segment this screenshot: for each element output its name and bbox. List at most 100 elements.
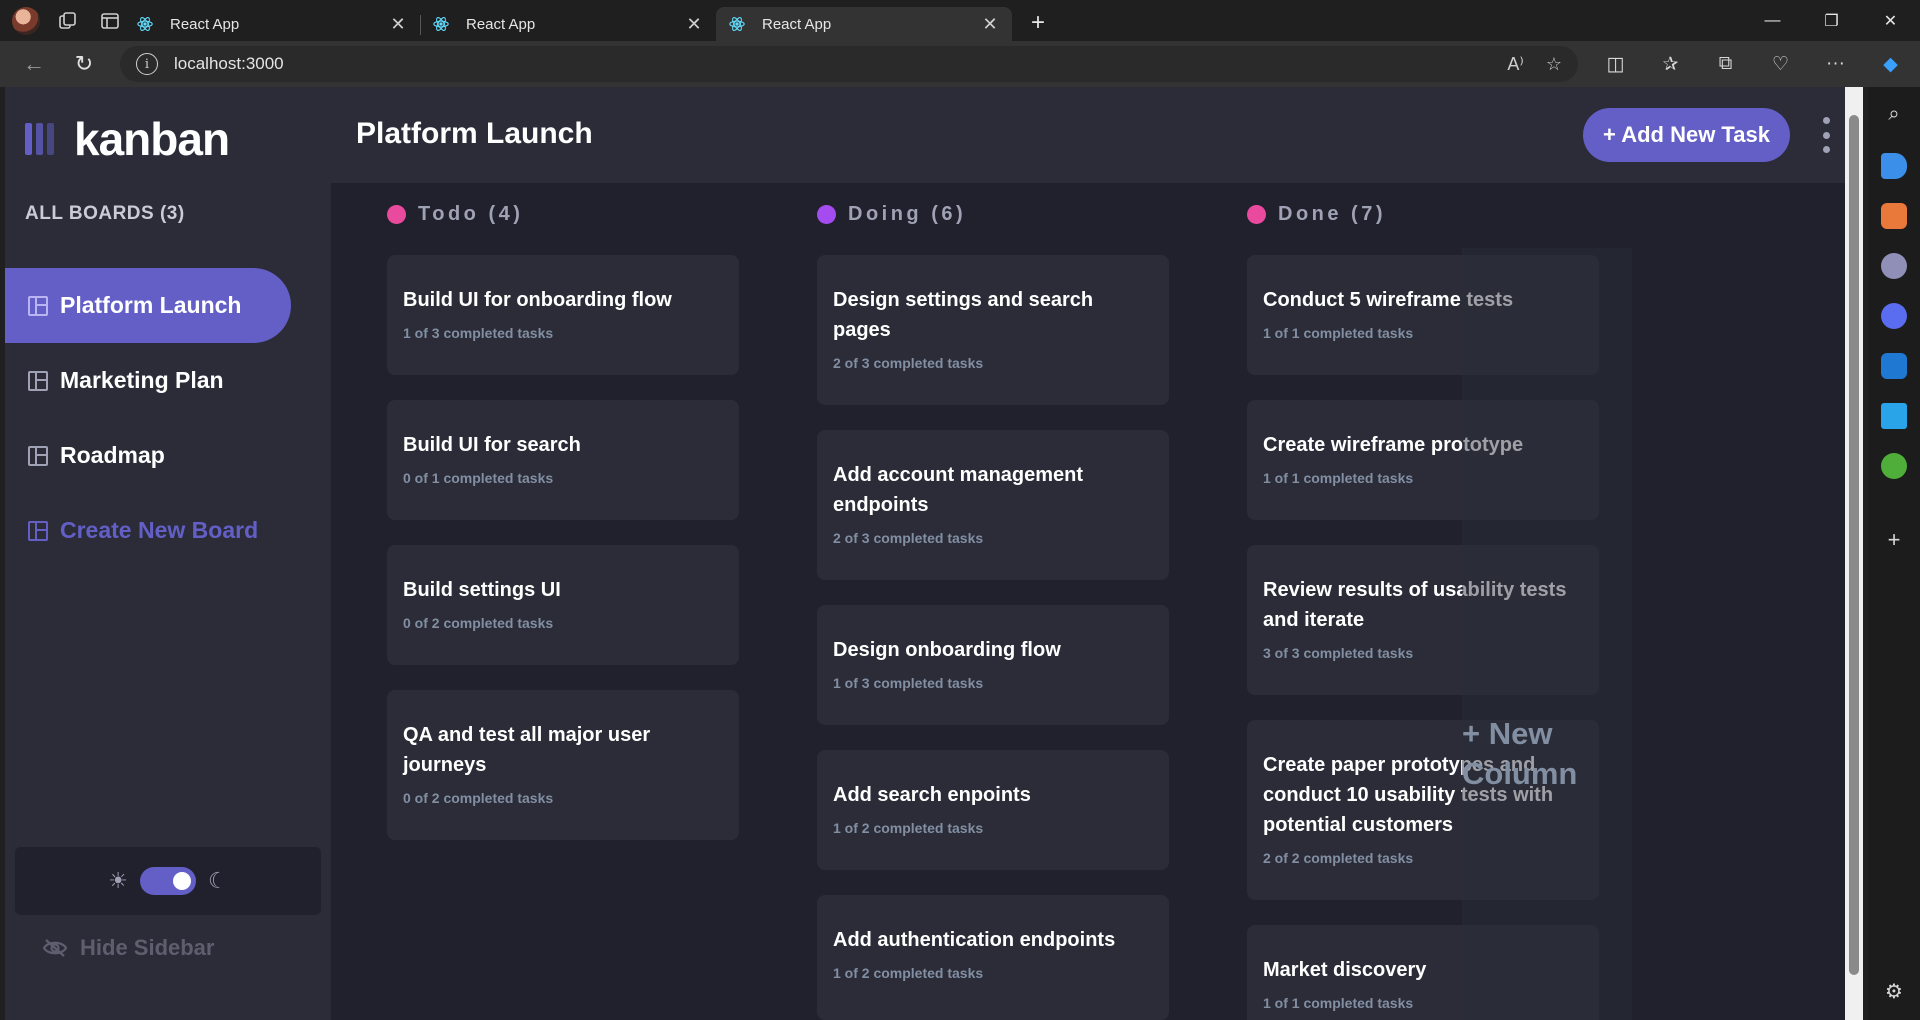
tools-icon[interactable] [1881, 203, 1907, 229]
browser-tabstrip: React App ✕ React App ✕ React App ✕ + — … [0, 0, 1920, 41]
minimize-icon[interactable]: — [1743, 0, 1802, 41]
tab-title: React App [762, 15, 832, 33]
react-icon [137, 17, 153, 31]
task-card[interactable]: Design onboarding flow 1 of 3 completed … [817, 605, 1169, 725]
board-icon [28, 520, 48, 541]
moon-icon: ☾ [208, 868, 228, 893]
task-subtasks: 2 of 3 completed tasks [833, 355, 984, 371]
new-column-label: + New Column [1462, 716, 1578, 791]
task-subtasks: 1 of 3 completed tasks [403, 325, 554, 341]
task-card[interactable]: Add search enpoints 1 of 2 completed tas… [817, 750, 1169, 870]
task-subtasks: 0 of 2 completed tasks [403, 790, 554, 806]
tab-actions-icon[interactable] [96, 7, 124, 35]
task-title: Add account management endpoints [833, 464, 1084, 516]
address-bar[interactable]: i localhost:3000 A⁾ ☆ [120, 46, 1578, 82]
reload-icon[interactable]: ↻ [62, 44, 106, 84]
browser-essentials-icon[interactable]: ♡ [1753, 53, 1808, 76]
toggle-knob [173, 872, 191, 890]
new-column-button[interactable]: + New Column [1462, 248, 1632, 1020]
hide-sidebar-label: Hide Sidebar [80, 935, 215, 960]
favorites-icon[interactable]: ✰ [1643, 53, 1698, 76]
site-info-icon[interactable]: i [136, 53, 158, 75]
collections-icon[interactable]: ⧉ [1698, 53, 1753, 76]
browser-tab-active[interactable]: React App ✕ [716, 7, 1012, 41]
read-aloud-icon[interactable]: A⁾ [1507, 54, 1523, 75]
board-label: Marketing Plan [60, 367, 224, 393]
task-card[interactable]: QA and test all major user journeys 0 of… [387, 690, 739, 840]
tabstrip-leading [0, 0, 124, 41]
page-scrollbar[interactable] [1845, 87, 1863, 1020]
task-title: Build settings UI [403, 579, 561, 601]
react-icon [433, 17, 449, 31]
theme-toggle[interactable] [140, 867, 196, 895]
task-card[interactable]: Add authentication endpoints 1 of 2 comp… [817, 895, 1169, 1020]
sidebar-item-marketing-plan[interactable]: Marketing Plan [5, 343, 331, 418]
task-title: Build UI for onboarding flow [403, 289, 672, 311]
task-card[interactable]: Build UI for search 0 of 1 completed tas… [387, 400, 739, 520]
hide-sidebar-button[interactable]: Hide Sidebar [42, 935, 214, 961]
sidebar-item-roadmap[interactable]: Roadmap [5, 418, 331, 493]
task-title: Design onboarding flow [833, 639, 1061, 661]
board-menu-icon[interactable] [1821, 117, 1831, 153]
column-color-dot [817, 205, 836, 224]
task-card[interactable]: Build UI for onboarding flow 1 of 3 comp… [387, 255, 739, 375]
window-controls: — ❐ ✕ [1743, 0, 1920, 41]
browser-tab[interactable]: React App ✕ [420, 7, 716, 41]
all-boards-heading: ALL BOARDS (3) [25, 203, 185, 224]
column-header: Done (7) [1247, 203, 1386, 226]
close-tab-icon[interactable]: ✕ [684, 14, 704, 35]
add-app-icon[interactable]: + [1881, 527, 1907, 553]
eye-slash-icon [42, 939, 68, 957]
column-header: Doing (6) [817, 203, 966, 226]
react-icon [729, 17, 745, 31]
games-icon[interactable] [1881, 253, 1907, 279]
logo-text: kanban [74, 113, 230, 165]
tab-title: React App [466, 15, 536, 33]
sidebar-item-platform-launch[interactable]: Platform Launch [5, 268, 291, 343]
search-icon[interactable]: ⌕ [1881, 103, 1907, 129]
tree-icon[interactable] [1881, 453, 1907, 479]
logo: kanban [25, 112, 230, 166]
edge-sidebar: ⌕ + ⚙ [1868, 87, 1920, 1020]
send-icon[interactable] [1881, 403, 1907, 429]
close-window-icon[interactable]: ✕ [1861, 0, 1920, 41]
board-icon [28, 370, 48, 391]
split-screen-icon[interactable]: ◫ [1588, 53, 1643, 76]
outlook-icon[interactable] [1881, 353, 1907, 379]
browser-tab[interactable]: React App ✕ [124, 7, 421, 41]
add-new-task-button[interactable]: + Add New Task [1583, 108, 1790, 162]
board-label: Platform Launch [60, 292, 242, 318]
task-card[interactable]: Add account management endpoints 2 of 3 … [817, 430, 1169, 580]
close-tab-icon[interactable]: ✕ [980, 14, 1000, 35]
board-list: Platform Launch Marketing Plan Roadmap C… [5, 268, 331, 568]
workspaces-icon[interactable] [54, 7, 82, 35]
new-tab-button[interactable]: + [1018, 9, 1058, 37]
shopping-tag-icon[interactable] [1881, 153, 1907, 179]
task-card[interactable]: Design settings and search pages 2 of 3 … [817, 255, 1169, 405]
create-new-board-button[interactable]: Create New Board [5, 493, 331, 568]
copilot-sidebar-icon[interactable] [1881, 303, 1907, 329]
column-title: Doing (6) [848, 203, 967, 225]
task-subtasks: 0 of 1 completed tasks [403, 470, 554, 486]
column-color-dot [387, 205, 406, 224]
sun-icon: ☀ [108, 868, 128, 893]
restore-icon[interactable]: ❐ [1802, 0, 1861, 41]
settings-gear-icon[interactable]: ⚙ [1881, 979, 1907, 1005]
page-title: Platform Launch [356, 117, 593, 150]
task-title: QA and test all major user journeys [403, 724, 651, 776]
profile-avatar[interactable] [12, 6, 40, 35]
close-tab-icon[interactable]: ✕ [388, 14, 408, 35]
favorite-star-icon[interactable]: ☆ [1546, 54, 1562, 75]
scrollbar-thumb[interactable] [1849, 115, 1859, 975]
column-color-dot [1247, 205, 1266, 224]
back-icon[interactable]: ← [12, 44, 56, 84]
more-menu-icon[interactable]: ··· [1808, 53, 1863, 76]
address-actions: A⁾ ☆ [1507, 54, 1562, 75]
column-title: Done (7) [1278, 203, 1386, 225]
task-subtasks: 1 of 2 completed tasks [833, 965, 984, 981]
url-text[interactable]: localhost:3000 [174, 54, 284, 74]
task-card[interactable]: Build settings UI 0 of 2 completed tasks [387, 545, 739, 665]
column-header: Todo (4) [387, 203, 523, 226]
kanban-app: kanban ALL BOARDS (3) Platform Launch Ma… [5, 87, 1845, 1020]
copilot-icon[interactable]: ◆ [1863, 53, 1918, 76]
